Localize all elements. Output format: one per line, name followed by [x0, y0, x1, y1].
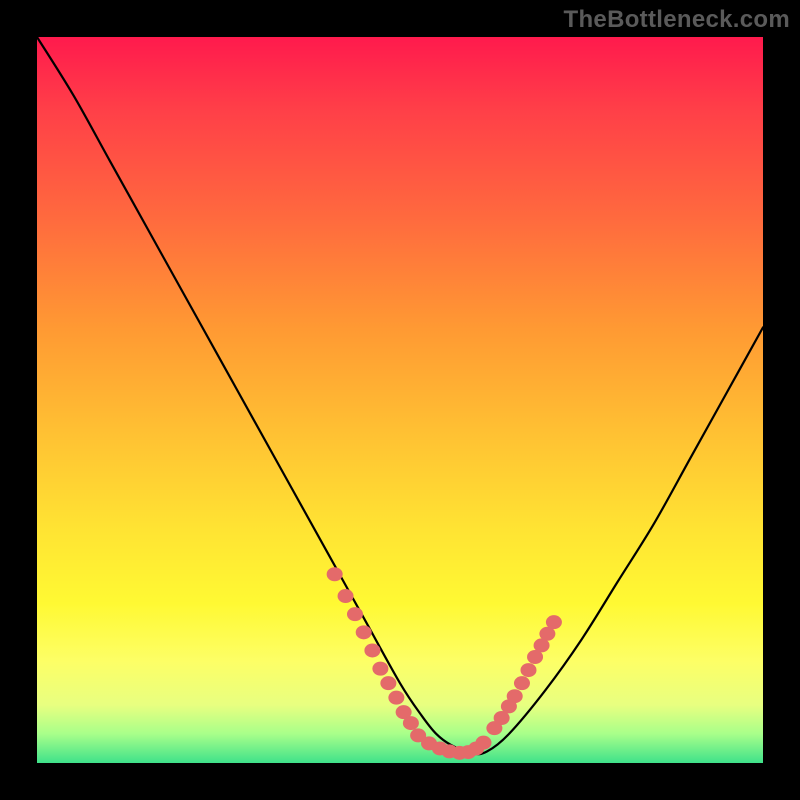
marker-point	[347, 607, 363, 621]
marker-point	[546, 615, 562, 629]
marker-point	[403, 716, 419, 730]
marker-point	[372, 662, 388, 676]
marker-point	[475, 736, 491, 750]
marker-point	[327, 567, 343, 581]
marker-point	[507, 689, 523, 703]
gradient-plot-area	[37, 37, 763, 763]
marker-point	[338, 589, 354, 603]
chart-frame: TheBottleneck.com	[0, 0, 800, 800]
chart-svg	[37, 37, 763, 763]
curve-layer	[37, 37, 763, 754]
marker-layer	[327, 567, 562, 760]
marker-point	[380, 676, 396, 690]
bottleneck-curve	[37, 37, 763, 754]
marker-point	[364, 643, 380, 657]
marker-point	[356, 625, 372, 639]
marker-point	[521, 663, 537, 677]
watermark-text: TheBottleneck.com	[564, 6, 790, 34]
marker-point	[514, 676, 530, 690]
marker-point	[388, 691, 404, 705]
